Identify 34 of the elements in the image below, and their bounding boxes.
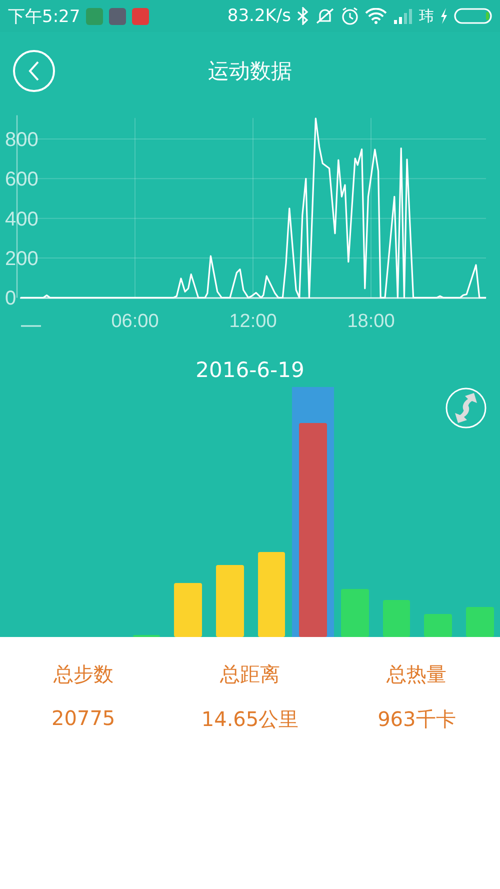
day-bar xyxy=(174,583,202,637)
bluetooth-icon xyxy=(297,7,309,25)
network-speed: 83.2K/s xyxy=(227,6,291,26)
day-bar xyxy=(383,600,410,637)
signal-icon xyxy=(393,8,413,24)
mute-icon xyxy=(315,7,335,25)
total-value: 963千卡 xyxy=(378,706,456,733)
wifi-icon xyxy=(365,8,387,24)
back-icon xyxy=(27,60,41,82)
day-bar xyxy=(424,614,452,637)
total-value: 20775 xyxy=(52,706,116,730)
alarm-icon xyxy=(341,7,359,25)
x-tick-label: 06:00 xyxy=(111,311,159,332)
status-time: 下午5:27 xyxy=(8,6,80,28)
sync-button[interactable] xyxy=(445,387,487,429)
total-label: 总距离 xyxy=(220,661,280,688)
day-bar xyxy=(466,607,494,637)
charging-icon xyxy=(440,8,448,24)
total-value: 14.65公里 xyxy=(201,706,299,733)
date-label: 2016-6-19 xyxy=(196,358,304,382)
battery-icon xyxy=(454,8,492,24)
page-title: 运动数据 xyxy=(208,58,292,85)
app-icon xyxy=(109,8,126,24)
x-tick-label: 12:00 xyxy=(229,311,277,332)
total-label: 总步数 xyxy=(53,661,114,688)
x-tick-label: 18:00 xyxy=(347,311,395,332)
legend-line xyxy=(21,325,41,327)
day-bar xyxy=(341,589,369,637)
y-tick-label: 0 xyxy=(5,288,16,310)
app-icon xyxy=(132,8,150,24)
carrier-label: 玮 xyxy=(419,6,434,26)
back-button[interactable] xyxy=(13,50,55,92)
day-bar xyxy=(216,565,244,637)
total-label: 总热量 xyxy=(386,661,447,688)
